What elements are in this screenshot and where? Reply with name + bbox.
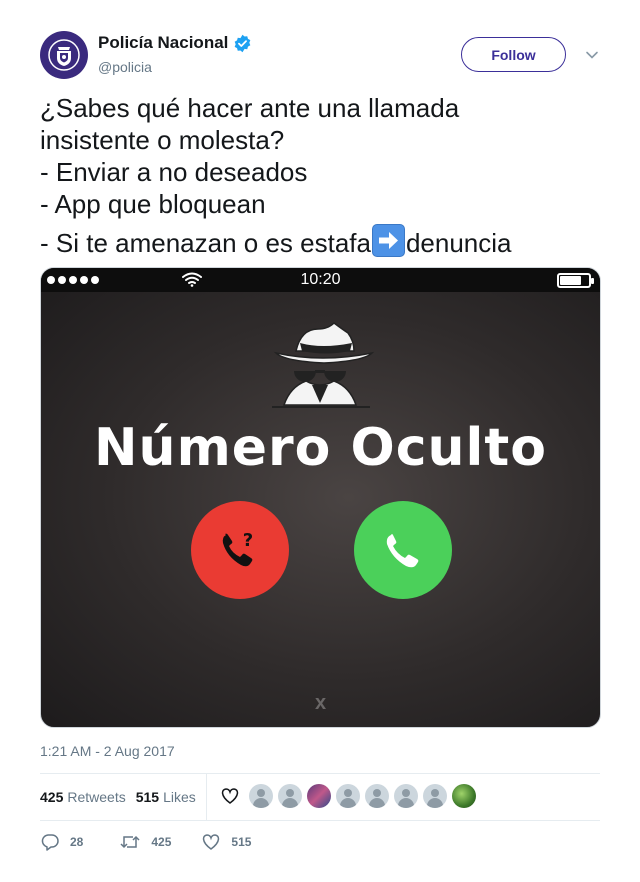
tweet-line: - Si te amenazan o es estafa denuncia (40, 224, 620, 259)
liker-avatar[interactable] (336, 784, 360, 808)
display-name[interactable]: Policía Nacional (98, 33, 228, 53)
tweet-line: ¿Sabes qué hacer ante una llamada (40, 93, 460, 123)
close-mark: x (314, 692, 327, 714)
right-arrow-emoji-icon (371, 224, 405, 257)
tweet-line: insistente o molesta? (40, 125, 285, 155)
account-handle[interactable]: @policia (98, 59, 152, 75)
unknown-caller-phone-icon: ? (222, 530, 253, 567)
retweet-icon (120, 835, 140, 849)
decline-call-button: ? (191, 501, 289, 599)
battery-icon (557, 273, 594, 288)
liker-avatar[interactable] (249, 784, 273, 808)
retweets-count[interactable]: 425 (40, 789, 63, 805)
verified-badge-icon (235, 34, 251, 52)
retweet-button[interactable]: 425 (119, 832, 171, 852)
tweet-line-part: - Si te amenazan o es estafa (40, 228, 371, 258)
follow-button[interactable]: Follow (461, 37, 566, 72)
divider (40, 820, 600, 821)
account-name-row: Policía Nacional (98, 33, 252, 53)
heart-icon (203, 834, 220, 850)
likes-count[interactable]: 515 (136, 789, 159, 805)
tweet-actions: 28 425 515 (40, 832, 271, 852)
incognito-spy-icon (272, 322, 375, 408)
retweets-label[interactable]: Retweets (67, 789, 125, 805)
liker-avatar[interactable] (394, 784, 418, 808)
phone-status-bar: 10:20 (41, 268, 600, 292)
liker-avatar[interactable] (365, 784, 389, 808)
tweet-media-image[interactable]: 10:20 Número Oculto ? x (40, 267, 601, 728)
account-avatar[interactable] (40, 31, 88, 79)
liker-avatar[interactable] (423, 784, 447, 808)
retweet-count: 425 (151, 835, 172, 849)
more-options-button[interactable] (584, 47, 600, 68)
like-button[interactable]: 515 (201, 832, 251, 852)
liker-avatars (220, 784, 476, 808)
heart-outline-icon (221, 788, 239, 804)
tweet-line: - App que bloquean (40, 189, 266, 219)
police-crest-icon (48, 39, 80, 71)
divider (206, 774, 207, 820)
tweet-line-part: denuncia (405, 228, 512, 258)
liker-avatar[interactable] (278, 784, 302, 808)
likes-label[interactable]: Likes (163, 789, 196, 805)
like-count: 515 (231, 835, 252, 849)
liker-avatar[interactable] (307, 784, 331, 808)
reply-icon (41, 834, 59, 851)
caller-title: Número Oculto (94, 418, 547, 478)
tweet-text: ¿Sabes qué hacer ante una llamada insist… (40, 92, 620, 259)
reply-button[interactable]: 28 (40, 832, 83, 852)
phone-clock: 10:20 (300, 271, 341, 288)
tweet-timestamp[interactable]: 1:21 AM - 2 Aug 2017 (40, 743, 175, 759)
tweet-line: - Enviar a no deseados (40, 157, 308, 187)
tweet-stats: 425 Retweets 515 Likes (40, 774, 206, 820)
svg-text:?: ? (243, 530, 253, 551)
phone-icon (386, 534, 419, 568)
accept-call-button (354, 501, 452, 599)
reply-count: 28 (70, 835, 84, 849)
chevron-down-icon (586, 51, 598, 59)
liker-avatar[interactable] (452, 784, 476, 808)
